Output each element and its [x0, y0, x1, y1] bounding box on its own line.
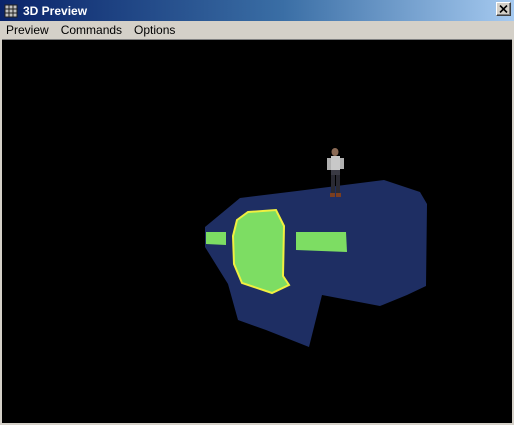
scene-canvas[interactable] [2, 40, 512, 423]
preview-window: 3D Preview Preview Commands Options [0, 0, 514, 425]
3d-viewport[interactable] [2, 39, 512, 423]
title-bar[interactable]: 3D Preview [0, 0, 514, 21]
close-x-icon [499, 5, 508, 13]
door-panel-shape [231, 208, 291, 295]
menu-preview[interactable]: Preview [0, 21, 55, 39]
film-grid-icon[interactable] [3, 3, 19, 19]
left-panel-shape [206, 232, 226, 245]
window-title: 3D Preview [23, 3, 88, 18]
menu-commands[interactable]: Commands [55, 21, 128, 39]
close-button[interactable] [496, 2, 511, 16]
menu-bar: Preview Commands Options [0, 21, 514, 39]
menu-options[interactable]: Options [128, 21, 181, 39]
right-panel-shape [296, 232, 347, 252]
